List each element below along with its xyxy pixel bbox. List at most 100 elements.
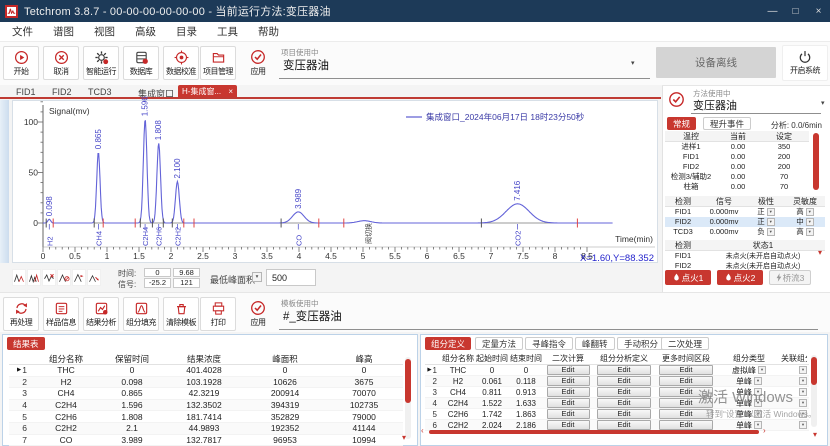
- edit-button[interactable]: Edit: [659, 376, 712, 386]
- type-caret-icon[interactable]: ▾: [754, 377, 762, 385]
- apply-template-button[interactable]: 应用: [240, 297, 276, 331]
- tool-peak-flag-icon[interactable]: [72, 269, 86, 286]
- signal-to-input[interactable]: [173, 278, 200, 288]
- time-from-input[interactable]: [144, 268, 171, 278]
- signal-from-input[interactable]: [144, 278, 171, 288]
- edit-button[interactable]: Edit: [659, 420, 712, 430]
- tab-close-icon[interactable]: ×: [228, 87, 233, 96]
- definition-tab-2[interactable]: 定量方法: [475, 337, 523, 350]
- tab-general[interactable]: 常规: [667, 117, 696, 130]
- ignite1-button[interactable]: 点火1: [665, 270, 711, 285]
- results-row[interactable]: 6C2H22.144.989319235241144: [9, 423, 403, 435]
- type-caret-icon[interactable]: ▾: [758, 366, 766, 374]
- edit-button[interactable]: Edit: [597, 398, 650, 408]
- method-select-value[interactable]: 变压器油: [693, 97, 737, 113]
- results-row[interactable]: ▶1THC0401.402800: [9, 365, 403, 377]
- assoc-caret-icon[interactable]: ▾: [799, 421, 807, 429]
- edit-button[interactable]: Edit: [597, 376, 650, 386]
- menu-item-5[interactable]: 目录: [166, 24, 207, 39]
- method-caret-icon[interactable]: ▾: [821, 99, 825, 107]
- tab-results[interactable]: 结果表: [7, 337, 45, 350]
- menu-item-3[interactable]: 视图: [84, 24, 125, 39]
- edit-button[interactable]: Edit: [659, 409, 712, 419]
- menu-item-6[interactable]: 工具: [207, 24, 248, 39]
- definition-scroll-down-icon[interactable]: ▾: [813, 430, 817, 439]
- status-row-FID1[interactable]: FID1未点火(未开启自动点火): [665, 251, 825, 261]
- chart-tab-FID1[interactable]: FID1: [16, 87, 36, 97]
- apply-method-icon[interactable]: [668, 91, 685, 108]
- sensitivity-caret-icon[interactable]: ▾: [806, 218, 814, 226]
- menu-item-1[interactable]: 文件: [2, 24, 43, 39]
- definition-tab-5[interactable]: 手动积分: [617, 337, 665, 350]
- temperature-row[interactable]: 进样10.00350: [665, 142, 809, 152]
- assoc-caret-icon[interactable]: ▾: [799, 377, 807, 385]
- toolbar-button-reprocess[interactable]: 再处理: [3, 297, 39, 331]
- definition-vscroll-thumb[interactable]: [811, 357, 817, 385]
- toolbar-button-component-fill[interactable]: 组分填充: [123, 297, 159, 331]
- detector-row-TCD3[interactable]: TCD30.000mv负▾高▾: [665, 227, 825, 237]
- project-caret-icon[interactable]: ▾: [631, 59, 635, 67]
- template-select-value[interactable]: #_变压器油: [283, 308, 342, 324]
- assoc-caret-icon[interactable]: ▾: [799, 388, 807, 396]
- polarity-caret-icon[interactable]: ▾: [767, 228, 775, 236]
- apply-project-button[interactable]: 应用: [240, 46, 276, 80]
- power-system-button[interactable]: 开启系统: [782, 45, 828, 81]
- tool-peaks-multi-icon[interactable]: [27, 269, 41, 286]
- edit-button[interactable]: Edit: [547, 365, 590, 375]
- results-scroll-down-icon[interactable]: ▾: [402, 433, 406, 442]
- status-scroll-down-icon[interactable]: ▾: [818, 248, 822, 257]
- results-scroll-thumb[interactable]: [405, 359, 411, 403]
- definition-tab-6[interactable]: 二次处理: [661, 337, 709, 350]
- menu-item-2[interactable]: 谱图: [43, 24, 84, 39]
- tool-peak-arrow-icon[interactable]: [87, 269, 101, 286]
- toolbar-button-cancel[interactable]: 取消: [43, 46, 79, 80]
- polarity-caret-icon[interactable]: ▾: [767, 208, 775, 216]
- results-row[interactable]: 7CO3.989132.78179695310994: [9, 435, 403, 446]
- chart-left-scroll-strip[interactable]: [0, 100, 9, 263]
- maximize-icon[interactable]: □: [784, 0, 807, 22]
- results-row[interactable]: 2H20.098103.1928106263675: [9, 377, 403, 389]
- tool-peak-circle-icon[interactable]: [57, 269, 71, 286]
- type-caret-icon[interactable]: ▾: [754, 421, 762, 429]
- tool-peaks-pair-icon[interactable]: [12, 269, 26, 286]
- definition-row[interactable]: ▶1THC00EditEditEdit虚拟峰▾▾: [425, 365, 809, 376]
- toolbar-button-database[interactable]: 数据库: [123, 46, 159, 80]
- edit-button[interactable]: Edit: [547, 409, 590, 419]
- toolbar-button-play[interactable]: 开始: [3, 46, 39, 80]
- definition-hscroll-thumb[interactable]: [429, 430, 759, 434]
- definition-tab-3[interactable]: 寻峰指令: [525, 337, 573, 350]
- assoc-caret-icon[interactable]: ▾: [799, 366, 807, 374]
- results-scrollbar[interactable]: [405, 357, 411, 439]
- hscroll-right-icon[interactable]: ›: [763, 426, 766, 435]
- device-offline-button[interactable]: 设备离线: [656, 47, 776, 78]
- chart-tab-FID2[interactable]: FID2: [52, 87, 72, 97]
- chart-tab-TCD3[interactable]: TCD3: [88, 87, 112, 97]
- edit-button[interactable]: Edit: [597, 387, 650, 397]
- chromatogram-plot[interactable]: 05010000.511.522.533.544.555.566.577.588…: [13, 101, 657, 262]
- bridge-current-button[interactable]: 桥流3: [769, 270, 811, 285]
- menu-item-4[interactable]: 高级: [125, 24, 166, 39]
- definition-tab-1[interactable]: 组分定义: [425, 337, 471, 350]
- edit-button[interactable]: Edit: [547, 376, 590, 386]
- results-row[interactable]: 3CH40.86542.321920091470070: [9, 388, 403, 400]
- toolbar-button-gear[interactable]: 智能运行: [83, 46, 119, 80]
- toolbar-button-sample-info[interactable]: 样品信息: [43, 297, 79, 331]
- menu-item-7[interactable]: 帮助: [248, 24, 289, 39]
- definition-tab-4[interactable]: 峰翻转: [575, 337, 615, 350]
- sensitivity-caret-icon[interactable]: ▾: [806, 228, 814, 236]
- edit-button[interactable]: Edit: [547, 398, 590, 408]
- chromatogram-canvas[interactable]: 05010000.511.522.533.544.555.566.577.588…: [12, 100, 658, 263]
- edit-button[interactable]: Edit: [547, 387, 590, 397]
- edit-button[interactable]: Edit: [597, 365, 650, 375]
- toolbar-button-clear-template[interactable]: 清除模板: [163, 297, 199, 331]
- results-row[interactable]: 5C2H61.808181.741435282979000: [9, 411, 403, 423]
- assoc-caret-icon[interactable]: ▾: [799, 399, 807, 407]
- toolbar-button-calibrate[interactable]: 数据校准: [163, 46, 199, 80]
- time-to-input[interactable]: [173, 268, 200, 278]
- edit-button[interactable]: Edit: [597, 409, 650, 419]
- hscroll-left-icon[interactable]: ‹: [421, 426, 424, 435]
- min-peak-area-input[interactable]: [266, 269, 316, 286]
- results-row[interactable]: 4C2H41.596132.3502394319102735: [9, 400, 403, 412]
- min-peak-area-caret-icon[interactable]: ▾: [252, 272, 262, 282]
- toolbar-button-print[interactable]: 打印: [200, 297, 236, 331]
